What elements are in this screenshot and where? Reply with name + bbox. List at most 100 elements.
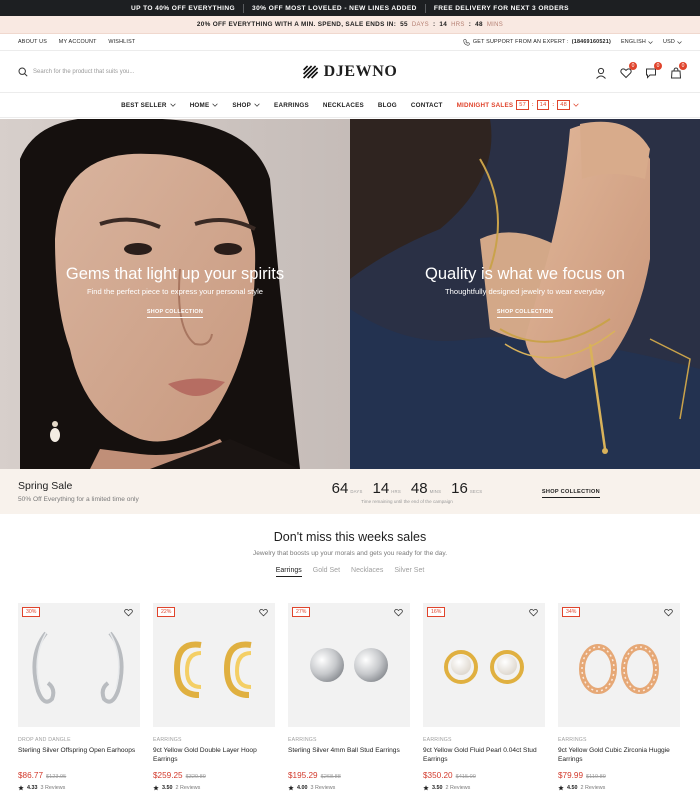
my-account-link[interactable]: MY ACCOUNT (59, 39, 97, 45)
hero-left-subtitle: Find the perfect piece to express your p… (86, 287, 263, 296)
original-price: $119.89 (586, 774, 606, 780)
product-card[interactable]: 27% EARRINGS Sterling Silver 4mm Ball St… (288, 603, 410, 791)
product-name[interactable]: Sterling Silver Offspring Open Earhoops (18, 746, 140, 765)
promo-countdown-bar: 20% OFF EVERYTHING WITH A MIN. SPEND, SA… (0, 16, 700, 34)
product-image[interactable]: 16% (423, 603, 545, 727)
site-logo[interactable]: DJEWNO (303, 63, 398, 81)
gold-huggie-image (579, 644, 659, 694)
heart-icon[interactable] (259, 608, 268, 617)
rating-value: 3.50 (432, 785, 443, 791)
sale-days: 64 (331, 479, 349, 497)
nav-best-seller[interactable]: BEST SELLER (121, 102, 176, 109)
tab-silver-set[interactable]: Silver Set (394, 567, 424, 577)
promo-text: 20% OFF EVERYTHING WITH A MIN. SPEND, SA… (196, 21, 397, 28)
product-image[interactable]: 34% (558, 603, 680, 727)
product-card[interactable]: 30% DROP AND DANGLE Sterling Silver Offs… (18, 603, 140, 791)
product-name[interactable]: Sterling Silver 4mm Ball Stud Earrings (288, 746, 410, 765)
rating-value: 4.33 (27, 785, 38, 791)
gold-double-hoop-image (173, 641, 252, 698)
cart-button[interactable]: 0 (670, 61, 687, 78)
product-name[interactable]: 9ct Yellow Gold Cubic Zirconia Huggie Ea… (558, 746, 680, 765)
chevron-down-icon (170, 103, 176, 107)
sale-countdown-caption: Time remaining until the end of the camp… (361, 498, 453, 504)
compare-count-badge: 0 (654, 61, 662, 70)
wishlist-button[interactable]: 0 (620, 61, 637, 78)
sale-price: $259.25 (153, 771, 183, 780)
announcement-1: UP TO 40% OFF EVERYTHING (131, 4, 236, 12)
promo-hours: 14 (439, 21, 448, 28)
product-name[interactable]: 9ct Yellow Gold Double Layer Hoop Earrin… (153, 746, 275, 765)
nav-shop-label: SHOP (232, 101, 252, 109)
product-card[interactable]: 22% EARRINGS 9ct Yellow Gold Double Laye… (153, 603, 275, 791)
hero-left-title: Gems that light up your spirits (65, 265, 285, 283)
utility-bar: ABOUT US MY ACCOUNT WISHLIST GET SUPPORT… (0, 34, 700, 51)
nav-shop[interactable]: SHOP (232, 102, 260, 109)
compare-button[interactable]: 0 (645, 61, 662, 79)
account-button[interactable] (595, 66, 607, 79)
nav-best-seller-label: BEST SELLER (121, 101, 167, 109)
heart-icon[interactable] (124, 608, 133, 617)
nav-earrings[interactable]: EARRINGS (274, 102, 309, 109)
sale-title: Spring Sale (18, 480, 73, 492)
heart-icon[interactable] (529, 608, 538, 617)
nav-contact[interactable]: CONTACT (411, 102, 443, 109)
nav-necklaces[interactable]: NECKLACES (323, 102, 364, 109)
hero-right-caption: Quality is what we focus on Thoughtfully… (350, 265, 700, 318)
product-image[interactable]: 27% (288, 603, 410, 727)
discount-badge: 34% (562, 607, 581, 617)
wishlist-link[interactable]: WISHLIST (108, 39, 135, 45)
product-grid: 30% DROP AND DANGLE Sterling Silver Offs… (18, 603, 680, 791)
silver-open-earhoops-image (32, 631, 124, 704)
search-icon[interactable] (18, 66, 28, 77)
sale-mins-label: MINS (429, 488, 442, 494)
review-count: 2 Reviews (580, 785, 606, 791)
about-us-link[interactable]: ABOUT US (18, 39, 47, 45)
logo-mark-icon (303, 64, 319, 79)
announcement-2: 30% OFF MOST LOVELED - NEW LINES ADDED (252, 4, 417, 12)
currency-value: USD (663, 39, 675, 45)
announcement-3: FREE DELIVERY FOR NEXT 3 ORDERS (433, 4, 569, 12)
sale-shop-button[interactable]: SHOP COLLECTION (532, 488, 682, 498)
product-image[interactable]: 22% (153, 603, 275, 727)
chevron-down-icon (648, 40, 653, 44)
currency-select[interactable]: USD (663, 39, 682, 45)
wishlist-count-badge: 0 (629, 61, 637, 70)
nav-home[interactable]: HOME (190, 102, 219, 109)
hero-left-shop-button[interactable]: SHOP COLLECTION (146, 309, 204, 318)
product-category: EARRINGS (558, 737, 587, 743)
hero-right-shop-button[interactable]: SHOP COLLECTION (496, 309, 554, 318)
review-count: 3 Reviews (40, 785, 66, 791)
sale-price: $79.99 (558, 771, 584, 780)
tab-earrings[interactable]: Earrings (275, 567, 302, 577)
product-category: EARRINGS (288, 737, 317, 743)
spring-sale-bar: Spring Sale 50% Off Everything for a lim… (0, 469, 700, 514)
search-bar[interactable]: Search for the product that suits you... (18, 66, 134, 77)
cart-count-badge: 0 (679, 61, 687, 70)
phone-icon (463, 38, 470, 46)
product-name[interactable]: 9ct Yellow Gold Fluid Pearl 0.04ct Stud … (423, 746, 545, 765)
heart-icon[interactable] (394, 608, 403, 617)
nav-midnight-sales[interactable]: MIDNIGHT SALES 57 : 14 : 48 (457, 100, 579, 110)
nav-blog[interactable]: BLOG (378, 102, 397, 109)
support-phone[interactable]: (18469160521) (572, 39, 611, 45)
tab-gold-set[interactable]: Gold Set (313, 567, 340, 577)
product-card[interactable]: 16% EARRINGS 9ct Yellow Gold Fluid Pearl… (423, 603, 545, 791)
original-price: $329.89 (185, 774, 206, 780)
nav-midnight-label: MIDNIGHT SALES (456, 101, 514, 109)
search-input[interactable]: Search for the product that suits you... (33, 69, 134, 75)
language-select[interactable]: ENGLISH (621, 39, 653, 45)
silver-ball-stud-image (310, 648, 388, 682)
sale-price: $195.29 (288, 771, 318, 780)
product-card[interactable]: 34% EARRINGS 9ct Yellow Gold Cubic Zirco… (558, 603, 680, 791)
original-price: $268.88 (320, 774, 341, 780)
heart-icon[interactable] (664, 608, 673, 617)
product-image[interactable]: 30% (18, 603, 140, 727)
product-category: EARRINGS (423, 737, 452, 743)
chevron-down-icon (212, 103, 219, 107)
promo-mins-label: MINS (486, 21, 504, 28)
hero-right-title: Quality is what we focus on (425, 265, 625, 283)
tab-necklaces[interactable]: Necklaces (351, 567, 383, 577)
sale-subtitle: 50% Off Everything for a limited time on… (18, 496, 139, 503)
discount-badge: 30% (22, 607, 41, 617)
star-icon (288, 785, 294, 791)
